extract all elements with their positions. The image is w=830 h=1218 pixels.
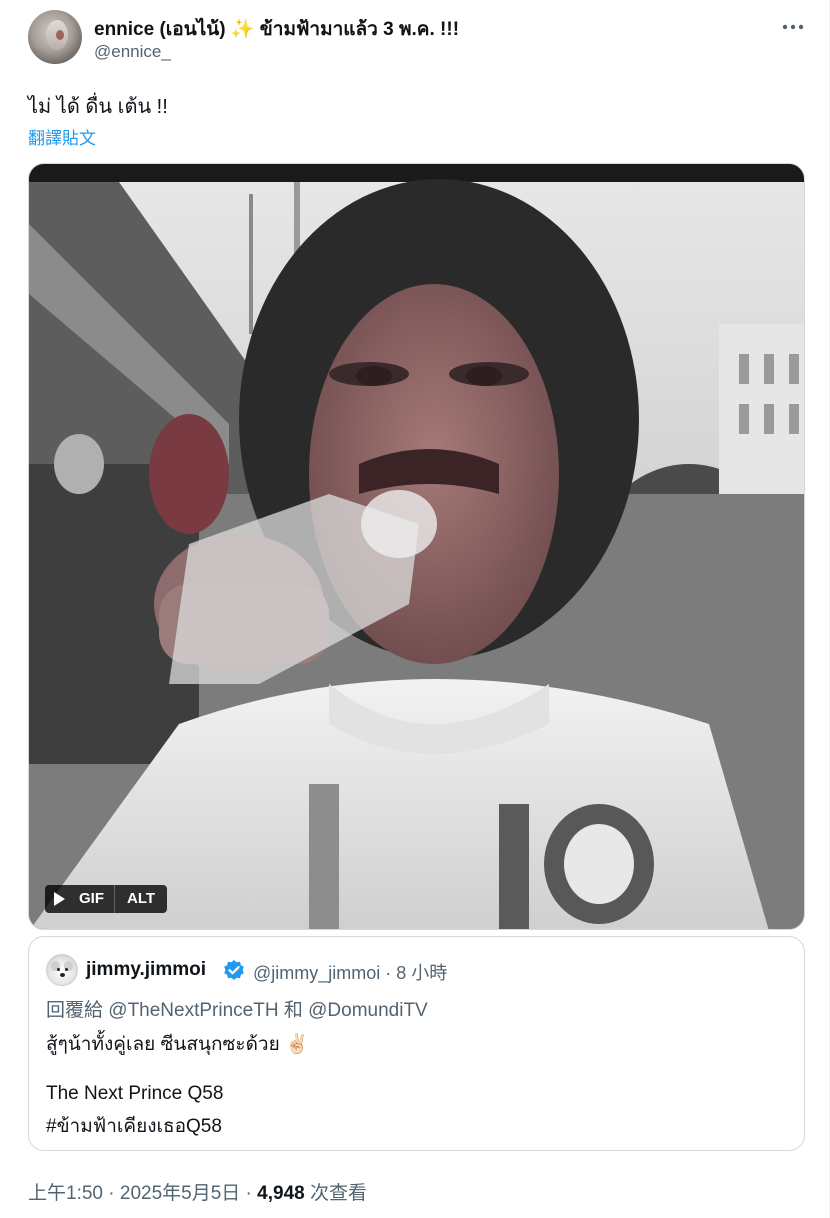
- views-label: 次查看: [304, 1183, 367, 1204]
- dog-eye-left: [57, 968, 60, 971]
- quote-text-line-1: สู้ๆน้าทั้งคู่เลย ซีนสนุกซะด้วย ✌🏻: [46, 1029, 309, 1059]
- tweet-date[interactable]: 2025年5月5日: [120, 1183, 240, 1204]
- gif-frame: [29, 164, 804, 929]
- dog-nose: [60, 973, 65, 977]
- meta-separator-2: ·: [240, 1183, 258, 1204]
- tweet-metadata: 上午1:50 · 2025年5月5日 · 4,948 次查看: [28, 1178, 367, 1205]
- tweet-time[interactable]: 上午1:50: [28, 1183, 103, 1204]
- play-button[interactable]: [45, 885, 73, 913]
- victory-hand-emoji: ✌🏻: [285, 1034, 309, 1055]
- gif-badge: GIF: [73, 885, 115, 913]
- more-options-button[interactable]: [778, 12, 808, 42]
- quote-author-name[interactable]: jimmy.jimmoi: [86, 959, 206, 981]
- tweet-header: ennice (เอนไน้) ✨ ข้ามฟ้ามาแล้ว 3 พ.ค. !…: [28, 10, 808, 68]
- tweet-media-gif[interactable]: GIF ALT: [28, 163, 805, 930]
- sparkle-emoji: ✨: [230, 19, 255, 40]
- author-avatar[interactable]: [28, 10, 82, 64]
- avatar-mark: [56, 30, 64, 40]
- views-count: 4,948: [257, 1183, 305, 1204]
- reply-joiner: 和: [278, 1000, 309, 1021]
- verified-badge-icon: [224, 960, 244, 980]
- tweet-text: ไม่ ได้ ดื่น เต้น !!: [28, 96, 168, 118]
- author-handle[interactable]: @ennice_: [94, 42, 171, 62]
- quote-text-line-2: The Next Prince Q58: [46, 1083, 224, 1104]
- author-name-text: ennice (เอนไน้): [94, 19, 226, 40]
- translate-post-link[interactable]: 翻譯貼文: [28, 124, 96, 149]
- meta-separator-1: ·: [102, 1183, 120, 1204]
- quote-reply-context: 回覆給 @TheNextPrinceTH 和 @DomundiTV: [46, 995, 428, 1022]
- reply-mention-2[interactable]: @DomundiTV: [308, 1000, 428, 1021]
- more-horizontal-icon: [782, 24, 804, 30]
- quote-hashtag[interactable]: #ข้ามฟ้าเคียงเธอQ58: [46, 1111, 222, 1141]
- quoted-tweet-card[interactable]: jimmy.jimmoi @jimmy_jimmoi · 8 小時 回覆給 @T…: [28, 936, 805, 1151]
- media-badges: GIF ALT: [45, 885, 168, 913]
- author-display-name[interactable]: ennice (เอนไน้) ✨ ข้ามฟ้ามาแล้ว 3 พ.ค. !…: [94, 14, 459, 44]
- reply-mention-1[interactable]: @TheNextPrinceTH: [108, 1000, 278, 1021]
- author-name-suffix: ข้ามฟ้ามาแล้ว 3 พ.ค. !!!: [254, 19, 460, 40]
- quote-line1-text: สู้ๆน้าทั้งคู่เลย ซีนสนุกซะด้วย: [46, 1034, 280, 1055]
- alt-text-button[interactable]: ALT: [115, 885, 167, 913]
- dog-eye-right: [65, 968, 68, 971]
- quote-author-handle-time: @jimmy_jimmoi · 8 小時: [253, 963, 448, 983]
- reply-prefix: 回覆給: [46, 1000, 109, 1021]
- quote-author-avatar[interactable]: [46, 954, 78, 986]
- play-icon: [54, 892, 65, 906]
